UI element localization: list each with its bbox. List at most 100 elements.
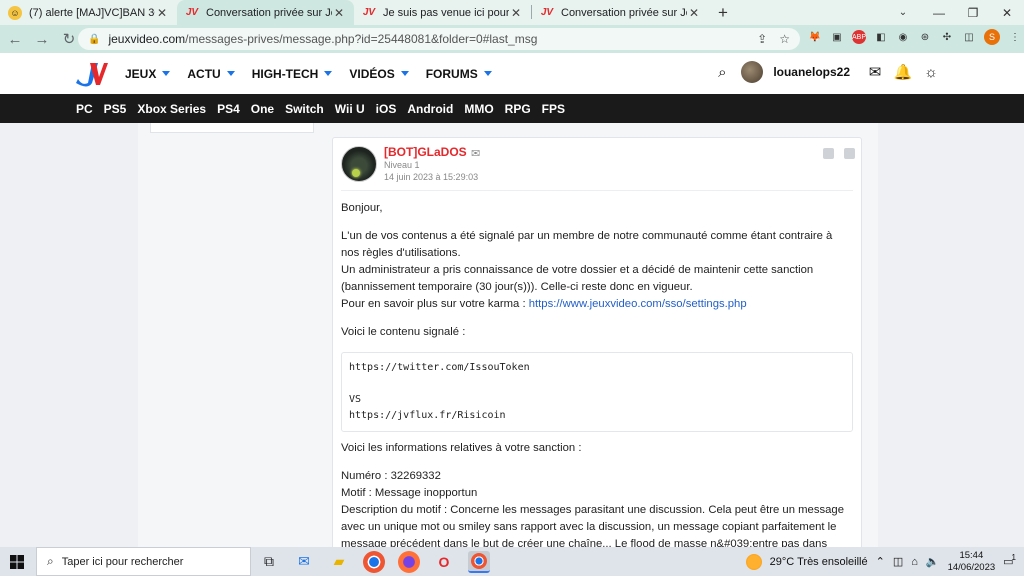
sidebar-icon[interactable]: ◫ xyxy=(962,30,976,44)
extension-icon[interactable]: ▣ xyxy=(830,30,844,44)
extension-icon[interactable]: ⊛ xyxy=(918,30,932,44)
mail-app-icon[interactable]: ✉ xyxy=(293,551,315,573)
lock-icon[interactable]: 🔒 xyxy=(88,34,100,45)
message-author[interactable]: [BOT]GLaDOS xyxy=(384,145,467,159)
jv-icon: JV xyxy=(540,7,554,18)
bell-icon[interactable]: 🔔 xyxy=(894,63,913,81)
browser-tab-3[interactable]: JV Je suis pas venue ici pour souffrir ✕ xyxy=(354,0,531,25)
platform-ps4[interactable]: PS4 xyxy=(217,102,240,116)
message-date: 14 juin 2023 à 15:29:03 xyxy=(384,172,479,182)
chevron-down-icon xyxy=(324,71,333,76)
jv-logo[interactable] xyxy=(74,59,108,87)
weather-sun-icon[interactable] xyxy=(745,553,762,570)
sanction-intro: Voici les informations relatives à votre… xyxy=(341,442,582,454)
url-host: jeuxvideo.com xyxy=(108,32,186,46)
browser-tab-4[interactable]: JV Conversation privée sur Jeuxvideo ✕ xyxy=(532,0,709,25)
share-icon[interactable]: ⇪ xyxy=(757,32,767,46)
author-avatar[interactable] xyxy=(341,146,377,182)
menu-item-videos[interactable]: VIDÉOS xyxy=(349,67,409,81)
notification-count: 1 xyxy=(1011,553,1016,562)
search-icon[interactable]: ⌕ xyxy=(713,63,731,81)
firefox-icon[interactable] xyxy=(398,550,420,573)
smiley-icon: ☺ xyxy=(8,5,22,20)
taskbar-search[interactable]: ⌕ Taper ici pour rechercher xyxy=(36,547,251,576)
code-line: VS xyxy=(349,394,362,405)
theme-sun-icon[interactable]: ☼ xyxy=(922,63,940,81)
bookmark-star-icon[interactable]: ☆ xyxy=(779,32,790,46)
search-icon: ⌕ xyxy=(47,554,54,568)
browser-tab-2[interactable]: JV Conversation privée sur Jeuxvideo ✕ xyxy=(177,0,354,25)
extension-icon[interactable]: ◧ xyxy=(874,30,888,44)
paragraph-text: Pour en savoir plus sur votre karma : xyxy=(341,298,529,310)
menu-dots-icon[interactable]: ⋮ xyxy=(1008,30,1022,44)
author-level: Niveau 1 xyxy=(384,160,420,170)
sanction-details: Numéro : 32269332 Motif : Message inoppo… xyxy=(341,468,853,547)
url-path: /messages-prives/message.php?id=25448081… xyxy=(185,32,538,46)
platform-xbox-series[interactable]: Xbox Series xyxy=(137,102,206,116)
quote-icon[interactable] xyxy=(823,148,834,159)
platform-android[interactable]: Android xyxy=(407,102,453,116)
report-icon[interactable] xyxy=(844,148,855,159)
platform-ps5[interactable]: PS5 xyxy=(104,102,127,116)
restore-icon[interactable]: ❐ xyxy=(956,0,990,25)
message-paragraph: L'un de vos contenus a été signalé par u… xyxy=(341,228,853,313)
network-icon[interactable]: ⌂ xyxy=(911,556,918,568)
weather-text[interactable]: 29°C Très ensoleillé xyxy=(770,556,868,568)
menu-item-jeux[interactable]: JEUX xyxy=(125,67,171,81)
tab-title: Je suis pas venue ici pour souffrir xyxy=(383,6,509,19)
platform-one[interactable]: One xyxy=(251,102,274,116)
file-explorer-icon[interactable]: ▰ xyxy=(328,551,350,573)
task-view-icon[interactable]: ⧉ xyxy=(258,551,280,573)
window-controls: — ❐ ✕ xyxy=(922,0,1024,25)
profile-avatar[interactable]: S xyxy=(984,29,1000,45)
mail-icon[interactable]: ✉ xyxy=(471,147,480,160)
back-icon[interactable]: ← xyxy=(3,27,27,51)
karma-link[interactable]: https://www.jeuxvideo.com/sso/settings.p… xyxy=(529,298,747,310)
chevron-down-icon[interactable]: ⌄ xyxy=(893,0,913,25)
menu-item-forums[interactable]: FORUMS xyxy=(426,67,492,81)
avatar[interactable] xyxy=(741,61,764,83)
opera-icon[interactable]: O xyxy=(433,551,455,573)
windows-start-icon[interactable] xyxy=(0,547,34,576)
main-menu: JEUX ACTU HIGH-TECH VIDÉOS FORUMS xyxy=(125,53,492,94)
clock-date: 14/06/2023 xyxy=(947,561,996,573)
mail-icon[interactable]: ✉ xyxy=(866,63,884,81)
menu-item-high-tech[interactable]: HIGH-TECH xyxy=(252,67,333,81)
puzzle-icon[interactable]: ✣ xyxy=(940,30,954,44)
sidebar-card xyxy=(150,123,314,133)
extension-icon[interactable]: ◉ xyxy=(896,30,910,44)
tab-title: Conversation privée sur Jeuxvideo xyxy=(206,6,332,19)
close-icon[interactable]: ✕ xyxy=(509,6,523,20)
chrome-icon[interactable] xyxy=(363,550,385,573)
chevron-up-icon[interactable]: ⌃ xyxy=(876,555,885,568)
platform-fps[interactable]: FPS xyxy=(542,102,565,116)
forward-icon[interactable]: → xyxy=(30,27,54,51)
new-tab-button[interactable]: + xyxy=(709,0,737,25)
minimize-icon[interactable]: — xyxy=(922,0,956,25)
platform-bar: PC PS5 Xbox Series PS4 One Switch Wii U … xyxy=(0,94,1024,123)
platform-switch[interactable]: Switch xyxy=(285,102,324,116)
browser-tab-1[interactable]: ☺ (7) alerte [MAJ]VC]BAN 30j SANS ✕ xyxy=(0,0,177,25)
chrome-active-icon[interactable] xyxy=(468,550,490,573)
platform-pc[interactable]: PC xyxy=(76,102,93,116)
close-icon[interactable]: ✕ xyxy=(155,6,169,20)
tab-title: Conversation privée sur Jeuxvideo xyxy=(561,6,687,19)
metamask-icon[interactable]: 🦊 xyxy=(808,30,822,44)
platform-rpg[interactable]: RPG xyxy=(505,102,531,116)
platform-mmo[interactable]: MMO xyxy=(464,102,493,116)
tray-app-icon[interactable]: ◫ xyxy=(893,555,903,568)
close-window-icon[interactable]: ✕ xyxy=(990,0,1024,25)
username[interactable]: louanelops22 xyxy=(773,65,850,79)
close-icon[interactable]: ✕ xyxy=(332,6,346,20)
close-icon[interactable]: ✕ xyxy=(687,6,701,20)
volume-icon[interactable]: 🔈 xyxy=(926,555,940,568)
menu-item-actu[interactable]: ACTU xyxy=(187,66,235,81)
menu-label: ACTU xyxy=(187,66,221,81)
platform-wii-u[interactable]: Wii U xyxy=(335,102,365,116)
code-line: https://twitter.com/IssouToken xyxy=(349,362,530,373)
platform-ios[interactable]: iOS xyxy=(376,102,397,116)
address-bar[interactable]: 🔒 jeuxvideo.com/messages-prives/message.… xyxy=(78,28,800,50)
clock[interactable]: 15:44 14/06/2023 xyxy=(948,550,996,574)
jv-icon: JV xyxy=(185,7,199,18)
adblock-icon[interactable]: ABP xyxy=(852,30,866,44)
